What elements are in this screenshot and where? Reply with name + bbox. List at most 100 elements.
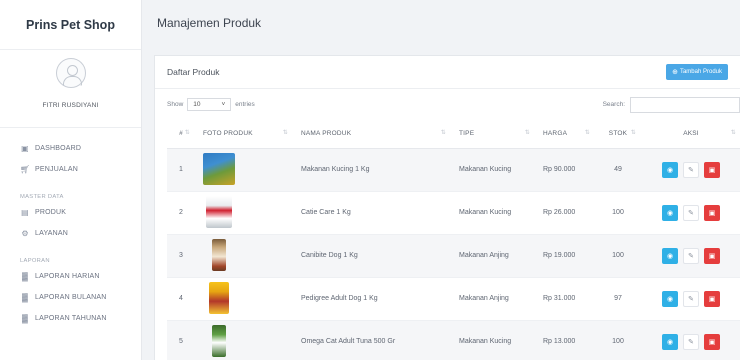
delete-button[interactable]: ▣	[704, 247, 720, 264]
entries-select[interactable]: 10 ˅	[187, 98, 232, 111]
view-button[interactable]: ◉	[662, 247, 678, 264]
col-stok[interactable]: STOK ⇅	[595, 120, 641, 149]
cell-tipe: Makanan Anjing	[451, 277, 535, 321]
sort-icon: ⇅	[524, 130, 530, 136]
pencil-icon: ✎	[688, 166, 694, 174]
brand-title[interactable]: Prins Pet Shop	[0, 0, 141, 50]
cell-foto	[195, 191, 293, 235]
product-card: Daftar Produk ⊕ Tambah Produk Show 10 ˅ …	[154, 55, 740, 360]
entries-value: 10	[193, 101, 201, 108]
bar-chart-icon: ▓	[21, 272, 29, 281]
sort-icon: ⇅	[730, 130, 736, 136]
delete-button[interactable]: ▣	[704, 290, 720, 307]
col-aksi[interactable]: AKSI ⇅	[641, 120, 740, 149]
edit-button[interactable]: ✎	[683, 333, 699, 350]
view-button[interactable]: ◉	[662, 333, 678, 350]
cell-number: 2	[167, 191, 195, 235]
cell-harga: Rp 90.000	[535, 148, 595, 192]
trash-icon: ▣	[708, 338, 716, 346]
col-number[interactable]: # ⇅	[167, 120, 195, 149]
view-button[interactable]: ◉	[662, 161, 678, 178]
eye-icon: ◉	[666, 209, 674, 217]
sidebar-item-label: PRODUK	[35, 209, 67, 216]
cell-harga: Rp 13.000	[535, 320, 595, 360]
add-product-button[interactable]: ⊕ Tambah Produk	[666, 64, 728, 80]
add-product-label: Tambah Produk	[679, 69, 722, 75]
col-harga[interactable]: HARGA ⇅	[535, 120, 595, 149]
cell-aksi: ◉ ✎ ▣	[641, 320, 740, 360]
card-title: Daftar Produk	[167, 67, 220, 77]
delete-button[interactable]: ▣	[704, 333, 720, 350]
cell-tipe: Makanan Kucing	[451, 191, 535, 235]
table-row: 1 Makanan Kucing 1 Kg Makanan Kucing Rp …	[167, 148, 740, 192]
sidebar-item-laporan-tahunan[interactable]: ▓ LAPORAN TAHUNAN	[0, 308, 141, 329]
cart-icon: 🛒︎	[19, 165, 31, 174]
box-icon: ▤	[21, 208, 29, 217]
product-image	[212, 324, 226, 357]
cell-aksi: ◉ ✎ ▣	[641, 148, 740, 192]
sidebar: Prins Pet Shop FITRI RUSDIYANI ▣ DASHBOA…	[0, 0, 142, 360]
sort-icon: ⇅	[584, 130, 590, 136]
table-row: 5 Omega Cat Adult Tuna 500 Gr Makanan Ku…	[167, 320, 740, 360]
cell-stok: 49	[595, 148, 641, 192]
dashboard-icon: ▣	[21, 144, 29, 153]
cell-foto	[195, 277, 293, 321]
col-nama[interactable]: NAMA PRODUK ⇅	[293, 120, 451, 149]
cell-tipe: Makanan Kucing	[451, 320, 535, 360]
eye-icon: ◉	[666, 252, 674, 260]
eye-icon: ◉	[666, 166, 674, 174]
product-image	[206, 195, 232, 228]
sidebar-item-produk[interactable]: ▤ PRODUK	[0, 202, 141, 223]
sidebar-item-layanan[interactable]: ⚙ LAYANAN	[0, 223, 141, 244]
sidebar-item-laporan-harian[interactable]: ▓ LAPORAN HARIAN	[0, 266, 141, 287]
product-image	[209, 281, 229, 314]
cell-stok: 97	[595, 277, 641, 321]
sort-icon: ⇅	[184, 130, 190, 136]
sidebar-item-penjualan[interactable]: 🛒︎ PENJUALAN	[0, 159, 141, 180]
delete-button[interactable]: ▣	[704, 204, 720, 221]
trash-icon: ▣	[708, 209, 716, 217]
edit-button[interactable]: ✎	[683, 204, 699, 221]
bar-chart-icon: ▓	[21, 293, 29, 302]
pencil-icon: ✎	[688, 338, 694, 346]
cell-number: 5	[167, 320, 195, 360]
table-row: 2 Catie Care 1 Kg Makanan Kucing Rp 26.0…	[167, 191, 740, 235]
cell-stok: 100	[595, 234, 641, 278]
col-foto[interactable]: FOTO PRODUK ⇅	[195, 120, 293, 149]
card-header: Daftar Produk ⊕ Tambah Produk	[155, 56, 740, 89]
cell-harga: Rp 31.000	[535, 277, 595, 321]
plus-circle-icon: ⊕	[672, 69, 678, 76]
sort-icon: ⇅	[282, 130, 288, 136]
gear-icon: ⚙	[21, 229, 29, 238]
view-button[interactable]: ◉	[662, 204, 678, 221]
cell-aksi: ◉ ✎ ▣	[641, 191, 740, 235]
cell-tipe: Makanan Anjing	[451, 234, 535, 278]
view-button[interactable]: ◉	[662, 290, 678, 307]
edit-button[interactable]: ✎	[683, 247, 699, 264]
show-label: Show	[167, 101, 184, 108]
user-profile: FITRI RUSDIYANI	[0, 50, 141, 128]
eye-icon: ◉	[666, 295, 674, 303]
sidebar-item-label: LAPORAN TAHUNAN	[35, 315, 107, 322]
menu-section-master: MASTER DATA	[20, 194, 64, 200]
pencil-icon: ✎	[688, 252, 694, 260]
cell-aksi: ◉ ✎ ▣	[641, 277, 740, 321]
table-header-row: # ⇅ FOTO PRODUK ⇅ NAMA PRODUK ⇅ TIPE ⇅ HARGA…	[167, 120, 740, 149]
menu-section-laporan: LAPORAN	[20, 258, 50, 264]
search-input[interactable]	[630, 96, 740, 113]
entries-control: Show 10 ˅ entries	[167, 98, 255, 111]
avatar[interactable]	[55, 58, 86, 88]
sidebar-item-dashboard[interactable]: ▣ DASHBOARD	[0, 138, 141, 159]
edit-button[interactable]: ✎	[683, 290, 699, 307]
cell-foto	[195, 148, 293, 192]
delete-button[interactable]: ▣	[704, 161, 720, 178]
page-title: Manajemen Produk	[142, 0, 740, 46]
sidebar-item-laporan-bulanan[interactable]: ▓ LAPORAN BULANAN	[0, 287, 141, 308]
edit-button[interactable]: ✎	[683, 161, 699, 178]
cell-stok: 100	[595, 320, 641, 360]
cell-nama: Pedigree Adult Dog 1 Kg	[293, 277, 451, 321]
sidebar-menu: ▣ DASHBOARD 🛒︎ PENJUALAN MASTER DATA ▤ P…	[0, 128, 141, 329]
col-tipe[interactable]: TIPE ⇅	[451, 120, 535, 149]
cell-nama: Makanan Kucing 1 Kg	[293, 148, 451, 192]
cell-nama: Canibite Dog 1 Kg	[293, 234, 451, 278]
